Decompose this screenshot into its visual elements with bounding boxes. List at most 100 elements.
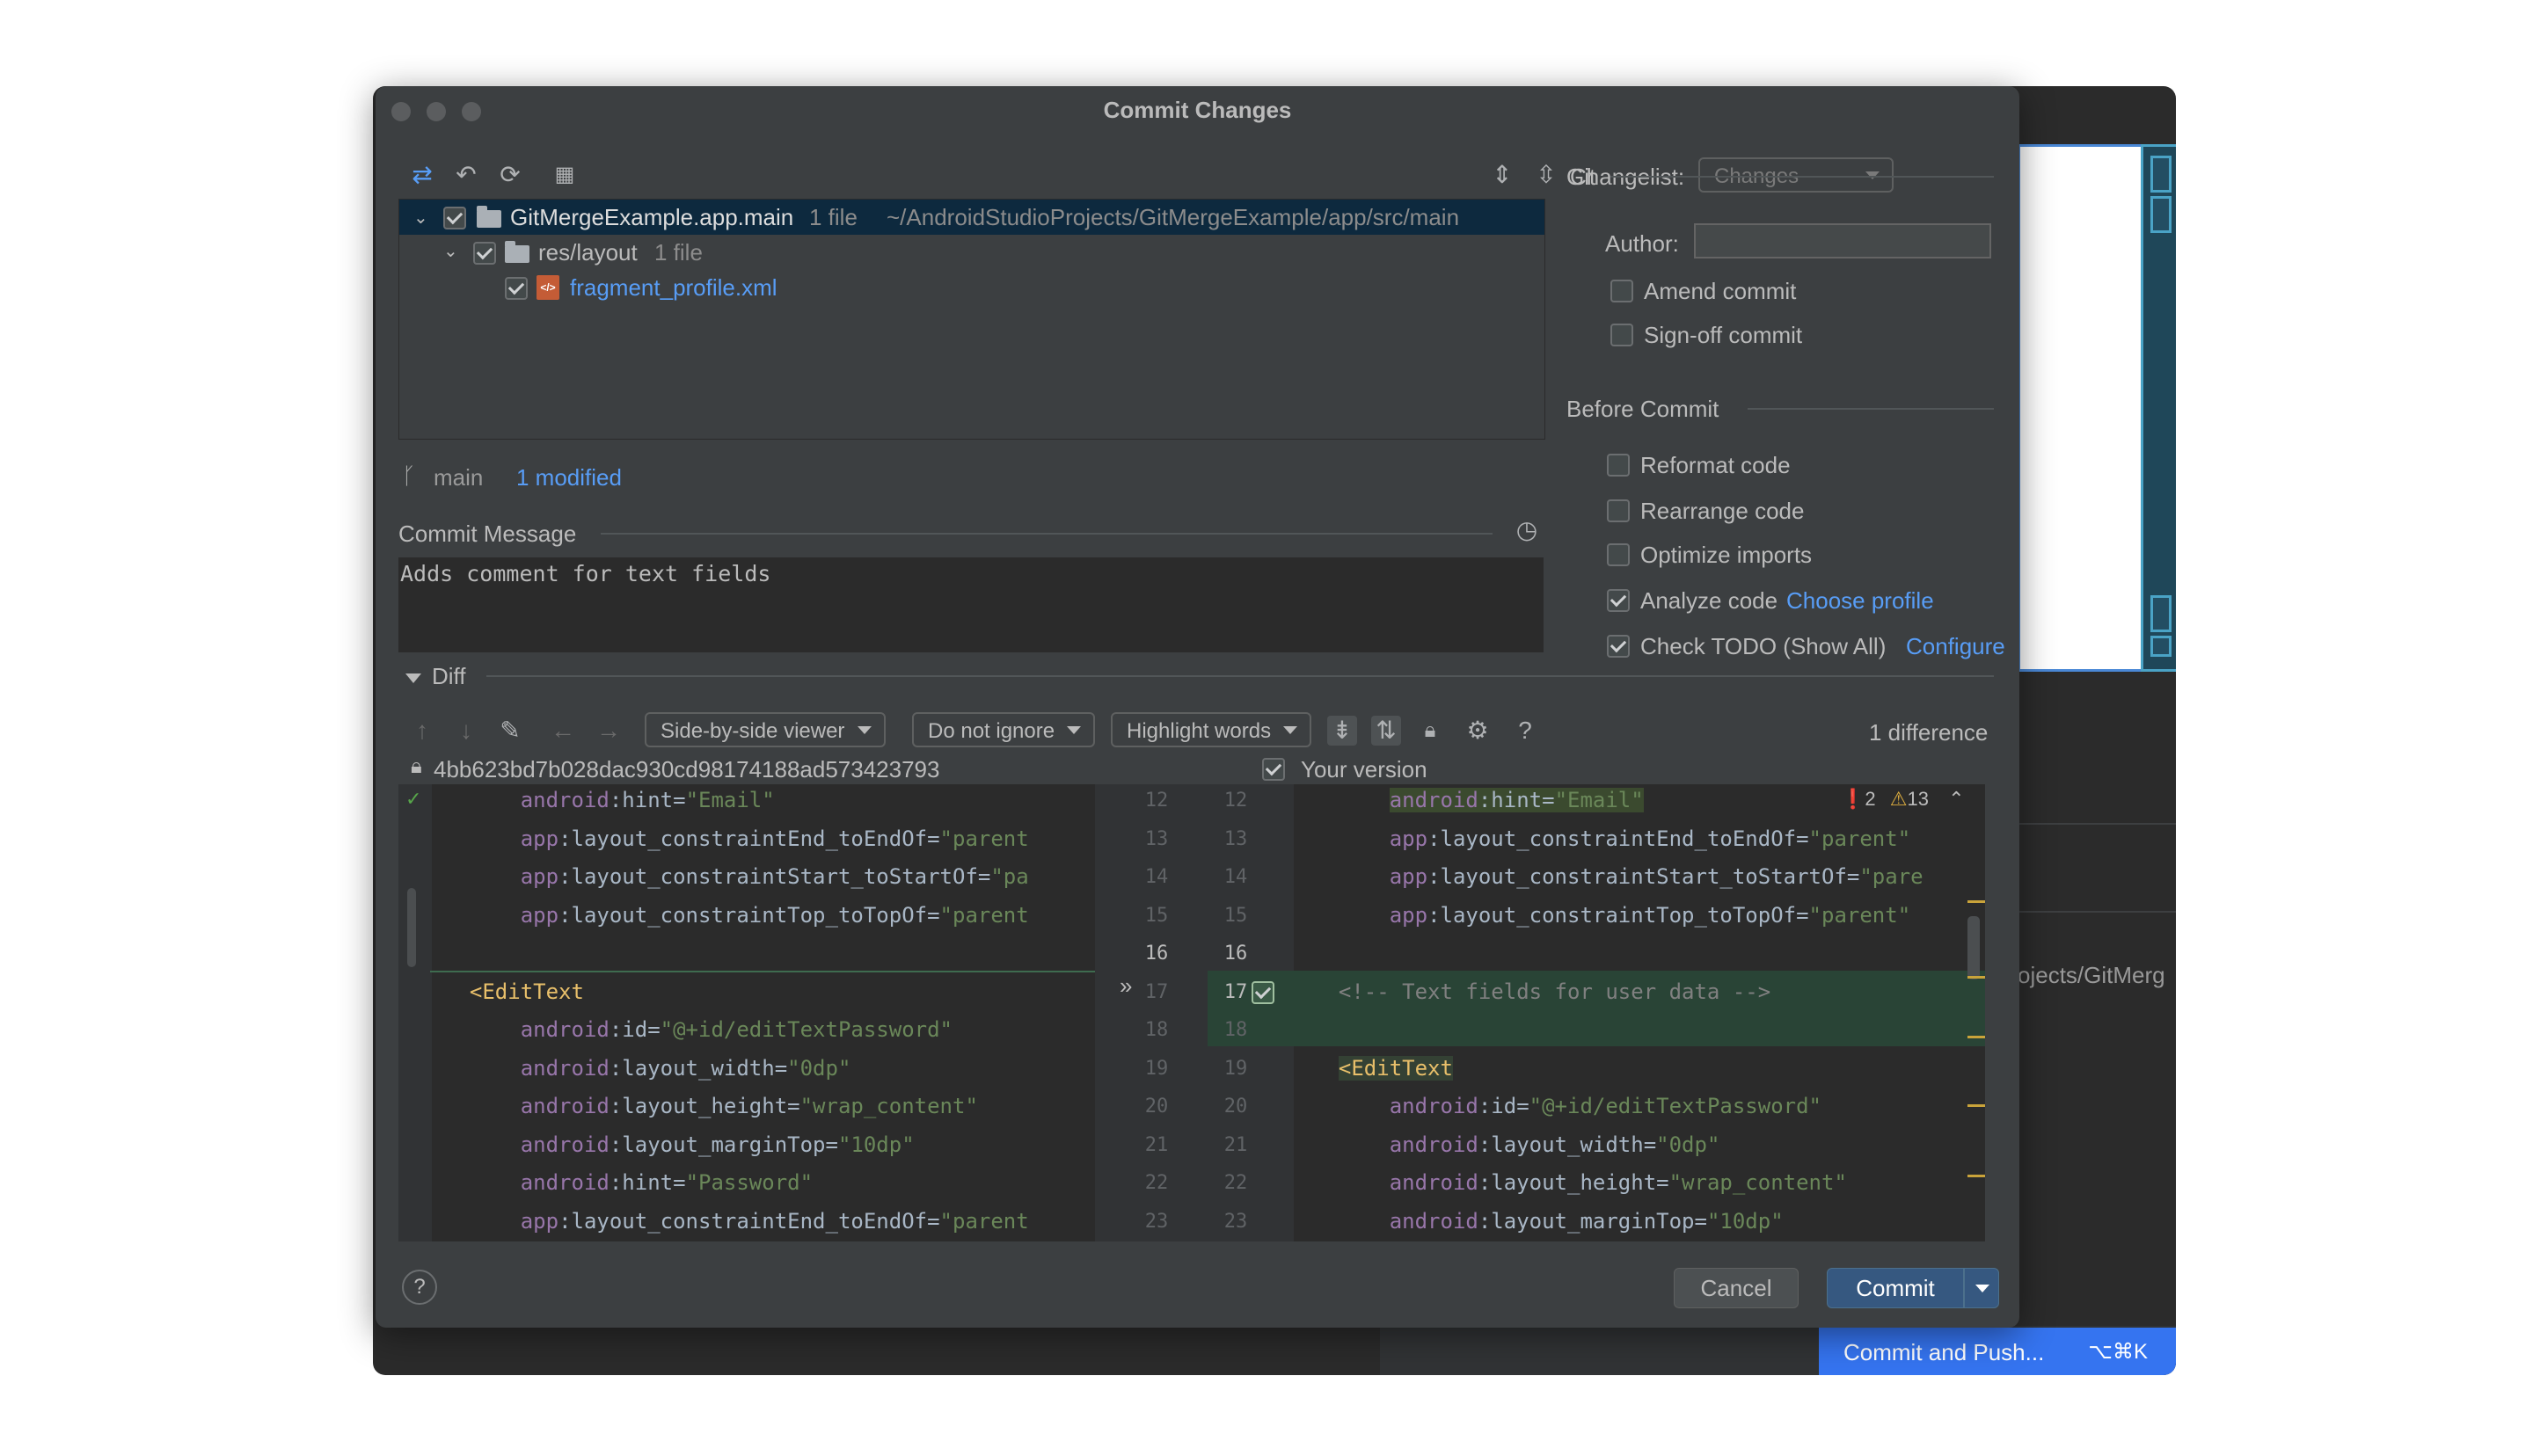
show-diff-icon[interactable]: ⇄ bbox=[407, 160, 437, 190]
right-code-line: android:hint="Email" bbox=[1389, 788, 1644, 812]
analyze-code-checkbox[interactable] bbox=[1607, 589, 1630, 612]
dialog-help-button[interactable]: ? bbox=[402, 1270, 437, 1305]
file-checkbox[interactable] bbox=[505, 277, 528, 300]
commit-message-editor[interactable]: Adds comment for text fields bbox=[398, 557, 1544, 652]
help-icon[interactable]: ? bbox=[1510, 716, 1540, 746]
chevron-down-icon[interactable]: ⌄ bbox=[443, 240, 458, 262]
reformat-code-checkbox[interactable] bbox=[1607, 454, 1630, 477]
tree-folder-count: 1 file bbox=[654, 239, 703, 266]
configure-link[interactable]: Configure bbox=[1906, 633, 2005, 660]
commit-options-button[interactable] bbox=[1964, 1268, 1999, 1308]
bg-divider bbox=[2018, 911, 2176, 913]
commit-message-label: Commit Message bbox=[398, 521, 577, 547]
chevron-down-icon bbox=[1283, 726, 1297, 734]
chevron-up-icon[interactable]: ⌃ bbox=[1948, 788, 1964, 810]
history-clock-icon[interactable]: ◷ bbox=[1512, 515, 1542, 545]
lock-icon[interactable]: 🔒︎ bbox=[1415, 716, 1445, 746]
rearrange-code-checkbox[interactable] bbox=[1607, 499, 1630, 522]
highlight-combo[interactable]: Highlight words bbox=[1111, 712, 1311, 747]
collapse-all-icon[interactable]: ⇳ bbox=[1531, 160, 1561, 190]
right-line-number: 14 bbox=[1223, 866, 1248, 888]
right-code-line: android:id="@+id/editTextPassword" bbox=[1389, 1094, 1821, 1118]
left-code-line: android:layout_width="0dp" bbox=[520, 1055, 851, 1081]
difference-count: 1 difference bbox=[1869, 719, 1989, 746]
previous-file-icon[interactable]: ← bbox=[548, 716, 578, 746]
cancel-button[interactable]: Cancel bbox=[1674, 1268, 1799, 1308]
chevron-down-icon[interactable]: ⌄ bbox=[413, 207, 428, 229]
modified-count-link[interactable]: 1 modified bbox=[516, 464, 622, 491]
error-stripe-mark bbox=[1967, 1036, 1985, 1038]
left-code-line: android:hint="Password" bbox=[520, 1170, 814, 1195]
highlight-value: Highlight words bbox=[1127, 719, 1272, 743]
previous-difference-icon[interactable]: ↑ bbox=[407, 716, 437, 746]
changes-tree: ⌄ GitMergeExample.app.main 1 file ~/Andr… bbox=[398, 199, 1545, 440]
left-code-line: app:layout_constraintEnd_toEndOf="parent bbox=[520, 1208, 1029, 1234]
ignore-value: Do not ignore bbox=[928, 719, 1055, 743]
chevron-down-icon[interactable]: ⌄ bbox=[1982, 788, 1985, 810]
warning-count: 13 bbox=[1907, 788, 1929, 810]
right-scrollbar[interactable] bbox=[1967, 916, 1980, 979]
left-code-line: android:layout_marginTop="10dp" bbox=[520, 1132, 915, 1157]
collapse-unchanged-icon[interactable]: ⇟ bbox=[1327, 716, 1357, 746]
check-todo-checkbox[interactable] bbox=[1607, 635, 1630, 658]
bg-divider bbox=[2018, 823, 2176, 825]
left-line-number: 22 bbox=[1144, 1172, 1169, 1194]
commit-button[interactable]: Commit bbox=[1827, 1268, 1964, 1308]
left-gutter bbox=[398, 784, 432, 1241]
folder-checkbox[interactable] bbox=[473, 242, 496, 265]
signoff-commit-checkbox[interactable] bbox=[1610, 324, 1633, 346]
checkmark-icon: ✓ bbox=[405, 788, 422, 810]
left-code-line: app:layout_constraintStart_toStartOf="pa bbox=[520, 864, 1029, 889]
viewer-combo[interactable]: Side-by-side viewer bbox=[645, 712, 886, 747]
amend-commit-label: Amend commit bbox=[1644, 278, 1797, 304]
collapse-diff-icon[interactable] bbox=[405, 673, 421, 683]
sync-scroll-icon[interactable]: ⇅ bbox=[1371, 716, 1401, 746]
commit-changes-dialog: Commit Changes ⇄ ↶ ⟳ ▦ ⇕ ⇳ Changelist: C… bbox=[376, 86, 2019, 1328]
left-revision-hash: 4bb623bd7b028dac930cd98174188ad573423793 bbox=[434, 756, 940, 783]
right-code-line: android:layout_height="wrap_content" bbox=[1389, 1170, 1847, 1195]
diff-label: Diff bbox=[432, 663, 466, 689]
choose-profile-link[interactable]: Choose profile bbox=[1786, 587, 1934, 615]
your-version-checkbox[interactable] bbox=[1262, 758, 1285, 781]
error-stripe-mark bbox=[1967, 1175, 1985, 1177]
left-line-number: 12 bbox=[1144, 790, 1169, 812]
root-checkbox[interactable] bbox=[443, 207, 466, 229]
diff-viewer[interactable]: ✓ » 12 android:hint="Email" 13 app:layout… bbox=[398, 784, 1985, 1241]
next-difference-icon[interactable]: ↓ bbox=[451, 716, 481, 746]
apply-change-icon[interactable]: » bbox=[1120, 972, 1132, 1000]
separator bbox=[486, 675, 1994, 677]
chevron-down-icon bbox=[1975, 1285, 1989, 1292]
signoff-commit-label: Sign-off commit bbox=[1644, 322, 1803, 348]
folder-icon bbox=[505, 241, 529, 263]
commit-and-push-button[interactable]: Commit and Push... ⌥⌘K bbox=[1819, 1328, 2176, 1375]
edit-source-icon[interactable]: ✎ bbox=[495, 716, 525, 746]
right-code-line: android:layout_marginTop="10dp" bbox=[1389, 1208, 1784, 1234]
optimize-imports-label: Optimize imports bbox=[1640, 542, 1813, 568]
next-file-icon[interactable]: → bbox=[594, 716, 624, 746]
right-line-number: 19 bbox=[1223, 1057, 1248, 1080]
left-scrollbar[interactable] bbox=[407, 888, 416, 967]
ignore-combo[interactable]: Do not ignore bbox=[912, 712, 1095, 747]
group-by-icon[interactable]: ▦ bbox=[550, 160, 580, 190]
error-icon: ❗ bbox=[1841, 788, 1865, 810]
expand-all-icon[interactable]: ⇕ bbox=[1487, 160, 1517, 190]
left-code-line: app:layout_constraintEnd_toEndOf="parent bbox=[520, 826, 1029, 851]
optimize-imports-checkbox[interactable] bbox=[1607, 543, 1630, 566]
changelist-combo[interactable]: Changes bbox=[1698, 157, 1894, 193]
include-change-checkbox[interactable] bbox=[1252, 981, 1274, 1004]
rollback-icon[interactable]: ↶ bbox=[451, 160, 481, 190]
left-line-number: 23 bbox=[1144, 1210, 1169, 1233]
author-field[interactable] bbox=[1694, 223, 1991, 258]
gear-icon[interactable]: ⚙ bbox=[1463, 716, 1493, 746]
analyze-code-label: Analyze code bbox=[1640, 587, 1778, 614]
branch-icon: ᚴ bbox=[402, 462, 416, 489]
bg-project-path: ojects/GitMerg bbox=[2018, 962, 2165, 988]
tree-file-name[interactable]: fragment_profile.xml bbox=[570, 274, 777, 302]
xml-file-icon: </> bbox=[537, 275, 559, 300]
amend-commit-checkbox[interactable] bbox=[1610, 280, 1633, 302]
inspection-widget[interactable]: ❗2 ⚠13 ⌃ ⌄ bbox=[1841, 788, 1985, 811]
left-code-line: android:hint="Email" bbox=[520, 788, 775, 812]
left-code-line: android:id="@+id/editTextPassword" bbox=[520, 1017, 953, 1042]
refresh-icon[interactable]: ⟳ bbox=[495, 160, 525, 190]
commit-and-push-shortcut: ⌥⌘K bbox=[2088, 1340, 2148, 1364]
